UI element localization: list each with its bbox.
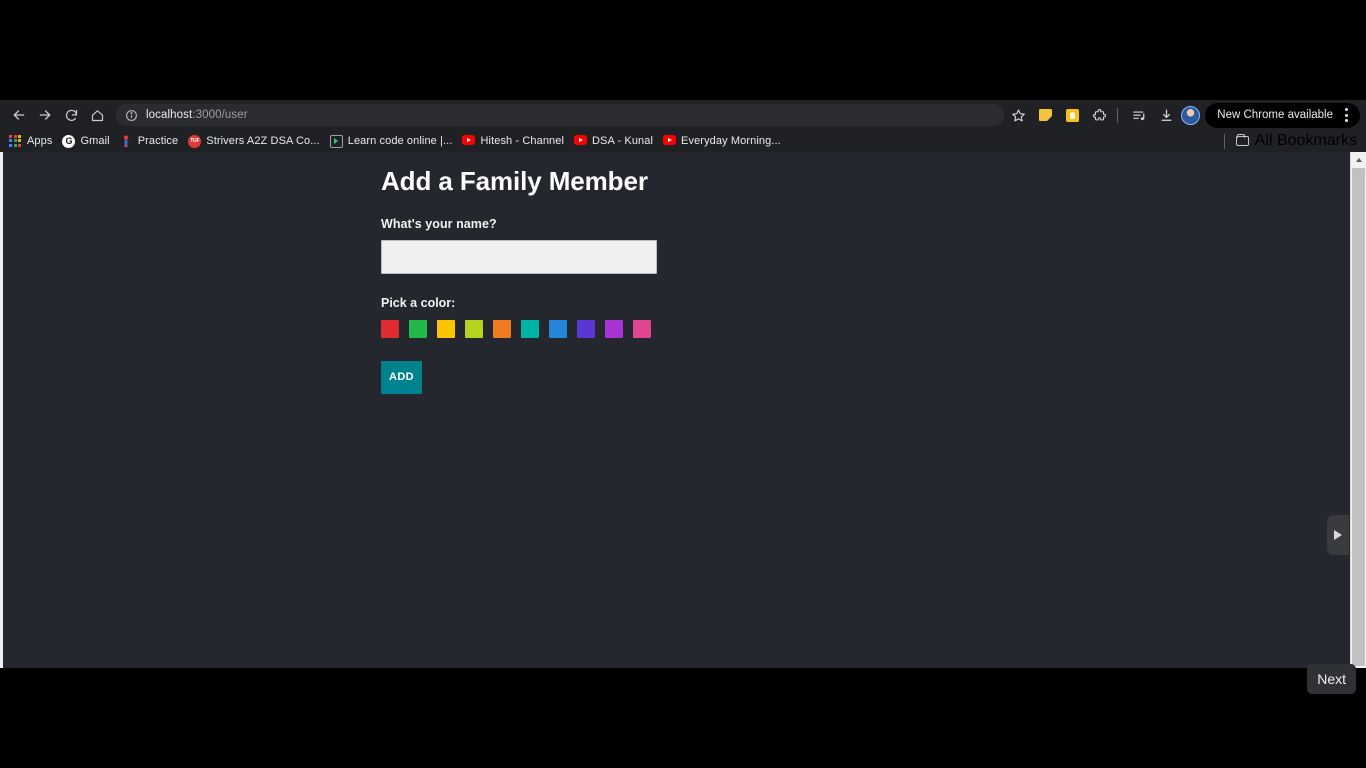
color-swatch-pink[interactable] (633, 319, 651, 338)
sticky-note-extension-button[interactable] (1033, 103, 1057, 127)
youtube-icon (574, 134, 588, 148)
page-scrollbar[interactable] (1350, 152, 1366, 668)
bookmark-label: Apps (27, 135, 53, 147)
bookmark-label: Learn code online |... (347, 135, 453, 147)
info-circle-icon[interactable] (125, 109, 138, 122)
color-swatch-indigo[interactable] (577, 319, 595, 338)
youtube-icon (663, 134, 677, 148)
bookmarks-bar: Apps G Gmail Practice TUF Strivers A2Z D… (0, 130, 1366, 152)
downloads-button[interactable] (1154, 103, 1178, 127)
downloads-icon (1161, 109, 1172, 121)
color-swatch-blue[interactable] (549, 319, 567, 338)
folder-icon (1235, 133, 1249, 146)
arrow-right-icon (39, 110, 51, 120)
add-button[interactable]: ADD (381, 360, 422, 394)
name-field-label: What's your name? (381, 216, 497, 231)
kebab-menu-icon[interactable] (1336, 104, 1356, 126)
bookmark-everyday-morning[interactable]: Everyday Morning... (659, 132, 787, 151)
color-swatch-amber[interactable] (437, 319, 455, 338)
media-playlist-button[interactable] (1127, 103, 1151, 127)
scrollbar-thumb[interactable] (1352, 168, 1365, 666)
bookmarks-bar-right: All Bookmarks (1218, 132, 1362, 151)
url-path: :3000/user (192, 109, 248, 121)
learn-code-icon (329, 134, 343, 148)
next-button[interactable]: Next (1307, 664, 1356, 694)
bookmark-strivers[interactable]: TUF Strivers A2Z DSA Co... (184, 132, 325, 151)
page-viewport: Add a Family Member What's your name? Pi… (0, 152, 1366, 668)
browser-toolbar: localhost:3000/user New Chrome available (0, 100, 1366, 130)
home-button[interactable] (84, 102, 110, 128)
color-swatch-list (381, 319, 1081, 338)
bookmark-dsa-kunal[interactable]: DSA - Kunal (570, 132, 659, 151)
bookmark-label: Everyday Morning... (681, 135, 781, 147)
gmail-icon: G (62, 134, 76, 148)
color-picker-label: Pick a color: (381, 295, 456, 310)
scrollbar-up-arrow[interactable] (1351, 152, 1366, 167)
all-bookmarks-label: All Bookmarks (1254, 132, 1357, 149)
lightbulb-extension-button[interactable] (1060, 103, 1084, 127)
bookmark-label: Practice (137, 135, 179, 147)
color-swatch-purple[interactable] (605, 319, 623, 338)
name-input[interactable] (381, 239, 657, 274)
bookmark-gmail[interactable]: G Gmail (58, 132, 115, 151)
bookmark-learn-code[interactable]: Learn code online |... (326, 132, 459, 151)
extensions-button[interactable] (1087, 103, 1111, 127)
home-icon (91, 109, 103, 121)
side-panel-toggle[interactable] (1327, 515, 1349, 555)
page-title: Add a Family Member (381, 166, 648, 196)
forward-button[interactable] (32, 102, 58, 128)
bookmark-star-icon (1011, 108, 1025, 121)
bookmark-apps[interactable]: Apps (5, 132, 58, 151)
new-chrome-available-button[interactable]: New Chrome available (1205, 102, 1360, 128)
color-swatch-green[interactable] (409, 319, 427, 338)
color-swatch-teal[interactable] (521, 319, 539, 338)
profile-avatar[interactable] (1181, 105, 1201, 125)
bookmark-label: Hitesh - Channel (480, 135, 565, 147)
color-swatch-orange[interactable] (493, 319, 511, 338)
new-chrome-available-label: New Chrome available (1217, 109, 1333, 121)
lightbulb-extension-icon (1065, 108, 1079, 122)
url-text: localhost:3000/user (146, 109, 248, 121)
toolbar-divider (1117, 107, 1119, 123)
address-bar[interactable]: localhost:3000/user (116, 104, 1005, 126)
bookmark-practice[interactable]: Practice (116, 132, 185, 151)
viewport-left-edge (0, 152, 3, 668)
bookmark-label: Gmail (80, 135, 110, 147)
extensions-puzzle-icon (1092, 108, 1106, 120)
practice-icon (120, 134, 133, 148)
sticky-note-extension-icon (1038, 109, 1052, 121)
reload-button[interactable] (58, 102, 84, 128)
add-family-member-form: Add a Family Member What's your name? Pi… (381, 167, 1081, 394)
bookmark-label: Strivers A2Z DSA Co... (206, 135, 320, 147)
apps-grid-icon (9, 134, 22, 148)
back-button[interactable] (6, 102, 32, 128)
bookmark-label: DSA - Kunal (592, 135, 654, 147)
bookmark-star-button[interactable] (1006, 103, 1030, 127)
youtube-icon (462, 134, 476, 148)
bookmarks-divider (1223, 133, 1225, 149)
strivers-icon: TUF (188, 134, 202, 148)
color-swatch-lime[interactable] (465, 319, 483, 338)
color-swatch-red[interactable] (381, 319, 399, 338)
all-bookmarks-button[interactable]: All Bookmarks (1231, 132, 1362, 151)
arrow-left-icon (13, 110, 25, 120)
browser-window: localhost:3000/user New Chrome available… (0, 100, 1366, 668)
media-playlist-icon (1133, 110, 1145, 120)
reload-icon (65, 109, 77, 121)
url-host: localhost (146, 109, 193, 121)
play-arrow-icon (1334, 530, 1342, 540)
bookmark-hitesh-channel[interactable]: Hitesh - Channel (458, 132, 570, 151)
